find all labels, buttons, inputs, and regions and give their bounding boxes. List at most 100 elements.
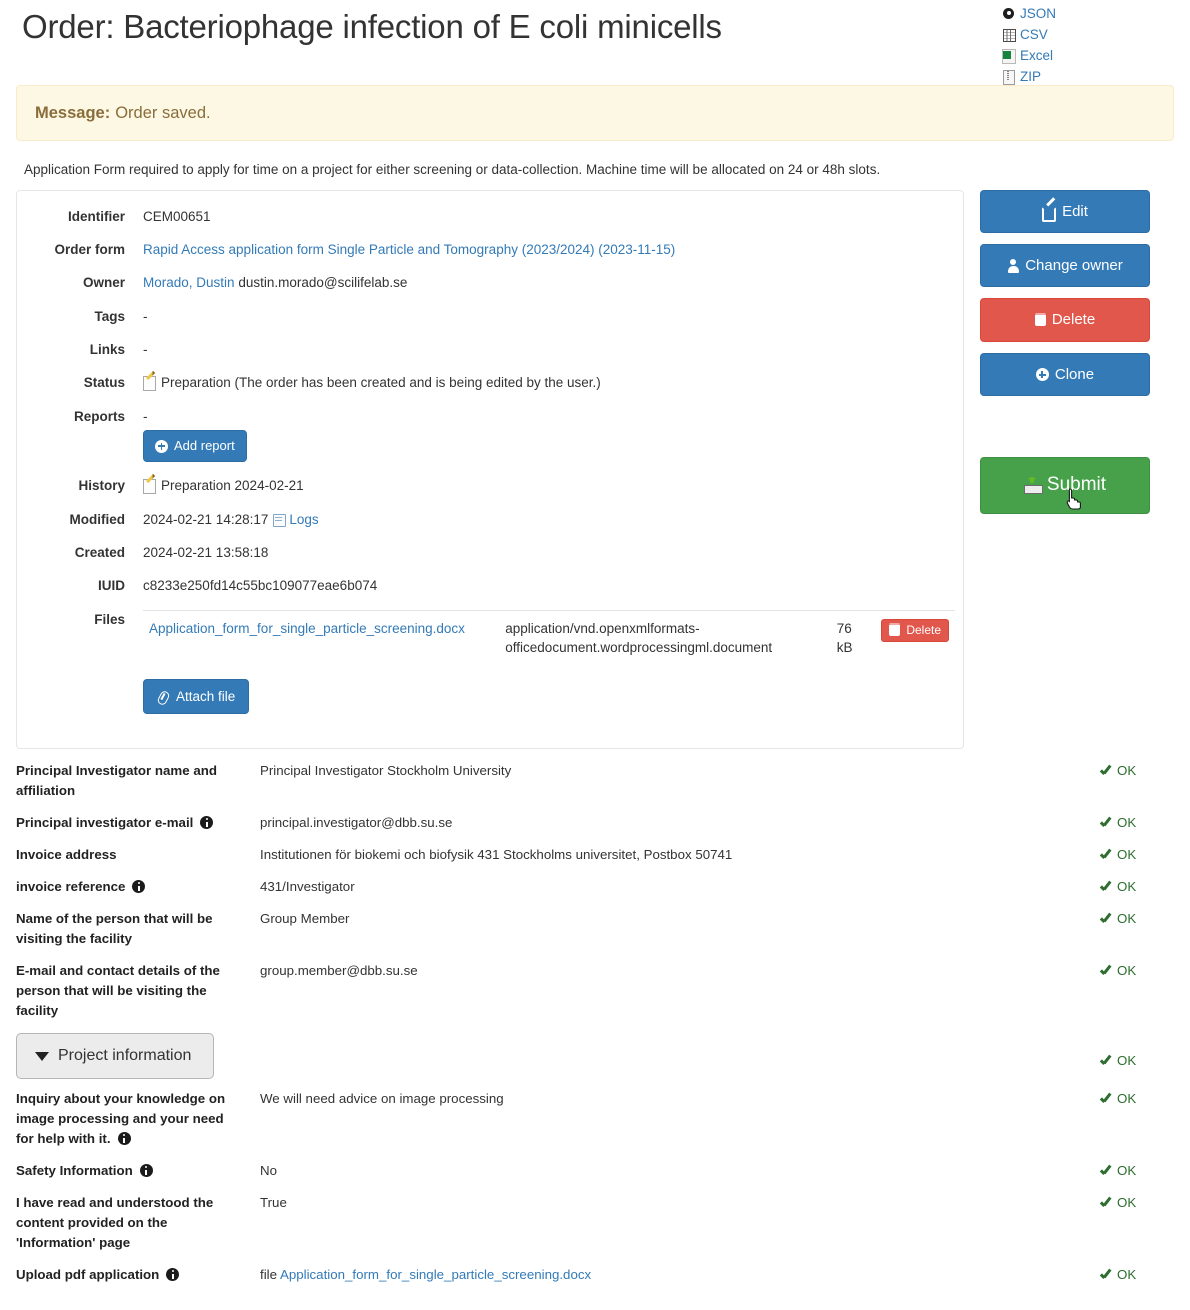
export-link-json[interactable]: JSON [1002, 4, 1056, 23]
field-label: Invoice address [16, 847, 117, 863]
label-history: History [78, 478, 125, 494]
status-badge: OK [1079, 1033, 1174, 1071]
field-label: I have read and understood the content p… [16, 1195, 214, 1251]
row-order-form: Order form Rapid Access application form… [25, 240, 955, 259]
export-label-zip: ZIP [1020, 68, 1042, 84]
order-details-panel: Identifier CEM00651 Order form Rapid Acc… [16, 189, 964, 750]
preparation-pencil-icon [143, 375, 158, 392]
delete-file-button[interactable]: Delete [881, 618, 949, 642]
json-icon [1002, 6, 1015, 21]
label-status: Status [83, 375, 125, 391]
order-details-list: Identifier CEM00651 Order form Rapid Acc… [25, 207, 955, 715]
field-row-safety-information: Safety Information No OK [16, 1161, 1174, 1181]
field-row-project-information-group: Project information OK [16, 1033, 1174, 1080]
attach-file-button[interactable]: Attach file [143, 679, 250, 715]
value-reports: - Add report [125, 407, 955, 463]
logs-icon [272, 513, 287, 527]
logs-link[interactable]: Logs [289, 512, 318, 527]
change-owner-button[interactable]: Change owner [980, 244, 1150, 288]
status-text: Preparation (The order has been created … [161, 375, 601, 391]
status-badge: OK [1079, 877, 1174, 897]
field-row-image-processing-inquiry: Inquiry about your knowledge on image pr… [16, 1089, 1174, 1149]
clone-button[interactable]: Clone [980, 352, 1150, 397]
field-value: Principal Investigator Stockholm Univers… [260, 763, 512, 779]
status-badge: OK [1079, 1161, 1174, 1181]
edit-button[interactable]: Edit [980, 189, 1150, 234]
export-links: JSON CSV Excel ZIP [1002, 4, 1056, 86]
status-text: OK [1117, 879, 1137, 895]
value-created: 2024-02-21 13:58:18 [143, 545, 269, 561]
submit-label: Submit [1046, 474, 1107, 496]
info-icon[interactable] [200, 816, 214, 830]
field-row-pi-name: Principal Investigator name and affiliat… [16, 761, 1174, 801]
field-value: We will need advice on image processing [260, 1091, 504, 1107]
message-label: Message: [35, 103, 111, 122]
status-text: OK [1117, 815, 1137, 831]
check-icon [1101, 881, 1114, 892]
export-link-zip[interactable]: ZIP [1002, 67, 1056, 86]
attach-file-row: Attach file [143, 665, 955, 715]
field-value: file Application_form_for_single_particl… [246, 1265, 1079, 1285]
upload-prefix: file [260, 1267, 277, 1283]
order-form-link[interactable]: Rapid Access application form Single Par… [143, 242, 675, 257]
export-link-csv[interactable]: CSV [1002, 25, 1056, 44]
owner-link[interactable]: Morado, Dustin [143, 275, 235, 290]
field-value: No [260, 1163, 277, 1179]
field-row-visitor-name: Name of the person that will be visiting… [16, 909, 1174, 949]
label-iuid: IUID [98, 578, 125, 594]
field-row-upload-pdf-application: Upload pdf application file Application_… [16, 1265, 1174, 1285]
info-icon[interactable] [166, 1268, 180, 1282]
field-label-text: Upload pdf application [16, 1267, 160, 1283]
file-type-cell: application/vnd.openxmlformats-officedoc… [499, 609, 831, 666]
action-sidebar: Edit Change owner Delete Clone Submit [964, 189, 1150, 525]
change-owner-label: Change owner [1025, 257, 1123, 275]
field-value: Group Member [260, 911, 350, 927]
uploaded-file-link[interactable]: Application_form_for_single_particle_scr… [280, 1267, 591, 1282]
chevron-down-icon [35, 1051, 49, 1061]
info-icon[interactable] [132, 880, 146, 894]
check-icon [1101, 817, 1114, 828]
export-label-json: JSON [1020, 5, 1057, 21]
check-icon [1101, 1197, 1114, 1208]
table-row: Application_form_for_single_particle_scr… [143, 609, 955, 666]
field-row-visitor-contact: E-mail and contact details of the person… [16, 961, 1174, 1021]
field-label: Upload pdf application [16, 1265, 246, 1285]
row-links: Links - [25, 340, 955, 359]
field-label: invoice reference [16, 877, 246, 897]
message-banner: Message: Order saved. [16, 85, 1174, 141]
value-identifier: CEM00651 [143, 208, 211, 224]
page-header: Order: Bacteriophage infection of E coli… [0, 0, 1190, 85]
value-iuid: c8233e250fd14c55bc109077eae6b074 [143, 578, 378, 594]
delete-label: Delete [1051, 311, 1096, 329]
field-row-pi-email: Principal investigator e-mail principal.… [16, 813, 1174, 833]
file-size-cell: 76 kB [830, 609, 873, 666]
message-text: Order saved. [115, 103, 211, 122]
add-report-button[interactable]: Add report [143, 429, 247, 463]
status-badge: OK [1079, 761, 1174, 781]
modified-text: 2024-02-21 14:28:17 [143, 511, 269, 527]
content-columns: Identifier CEM00651 Order form Rapid Acc… [16, 189, 1174, 750]
label-links: Links [89, 342, 125, 358]
status-badge: OK [1079, 1265, 1174, 1285]
status-text: OK [1117, 1163, 1137, 1179]
project-information-toggle[interactable]: Project information [16, 1033, 215, 1080]
export-link-excel[interactable]: Excel [1002, 46, 1056, 65]
check-icon [1101, 849, 1114, 860]
info-icon[interactable] [117, 1132, 131, 1146]
delete-button[interactable]: Delete [980, 298, 1150, 342]
check-icon [1101, 1165, 1114, 1176]
field-row-invoice-reference: invoice reference 431/Investigator OK [16, 877, 1174, 897]
status-badge: OK [1079, 961, 1174, 981]
history-pencil-icon [143, 478, 158, 495]
group-label: Project information [58, 1047, 192, 1065]
row-files: Files Application_form_for_single_partic… [25, 609, 955, 715]
file-link[interactable]: Application_form_for_single_particle_scr… [149, 621, 465, 636]
submit-button[interactable]: Submit [980, 457, 1150, 515]
delete-file-label: Delete [906, 622, 941, 637]
plus-circle-icon [155, 439, 168, 453]
field-label: Principal investigator e-mail [16, 813, 246, 833]
reports-text: - [143, 408, 148, 424]
value-files: Application_form_for_single_particle_scr… [125, 609, 955, 715]
value-links: - [143, 342, 148, 358]
info-icon[interactable] [139, 1164, 153, 1178]
